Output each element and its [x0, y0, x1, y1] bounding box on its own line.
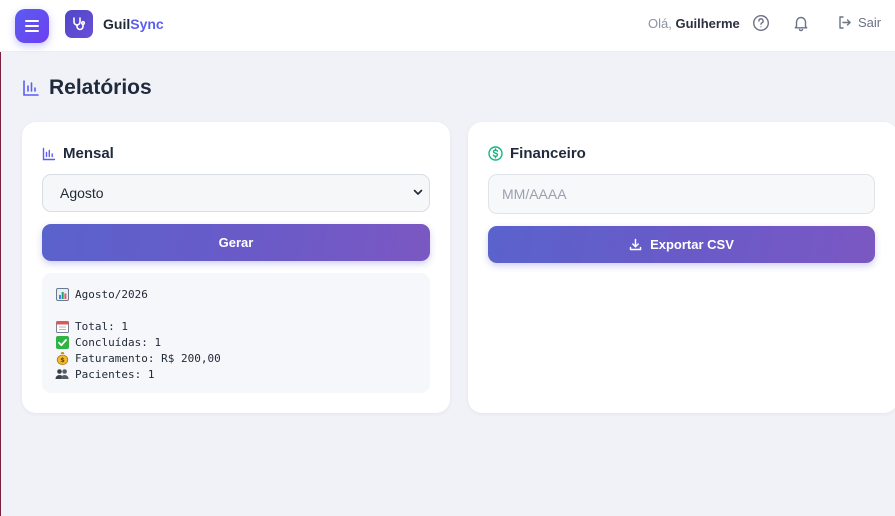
page-title-text: Relatórios [49, 76, 152, 99]
logout-button[interactable]: Sair [837, 15, 881, 30]
bell-icon[interactable] [792, 14, 810, 32]
monthly-report-card: Mensal Agosto Gerar Agosto/2026 Total: 1 [22, 122, 450, 413]
money-bag-emoji-icon: $ [55, 351, 69, 365]
financial-report-card: Financeiro Exportar CSV [468, 122, 895, 413]
stethoscope-icon [73, 17, 86, 31]
app-logo [65, 10, 93, 38]
monthly-card-title: Mensal [42, 145, 114, 162]
export-csv-label: Exportar CSV [650, 237, 734, 252]
report-completed: Concluídas: 1 [55, 334, 417, 350]
calendar-emoji-icon [55, 319, 69, 333]
download-icon [629, 238, 642, 251]
page-title: Relatórios [22, 76, 152, 100]
brand-name: GuilSync [103, 16, 164, 32]
question-circle-icon[interactable] [752, 14, 770, 32]
financial-card-title: Financeiro [488, 145, 586, 162]
chart-emoji-icon [55, 287, 69, 301]
top-header: GuilSync Olá, Guilherme Sair [0, 0, 895, 52]
dollar-circle-icon [488, 146, 503, 161]
chevron-down-icon [413, 189, 423, 195]
month-select[interactable]: Agosto [42, 174, 430, 212]
hamburger-icon [25, 20, 39, 32]
generate-button[interactable]: Gerar [42, 224, 430, 261]
check-emoji-icon [55, 335, 69, 349]
logout-label: Sair [858, 15, 882, 30]
menu-button[interactable] [15, 9, 49, 43]
report-total: Total: 1 [55, 318, 417, 334]
bar-chart-icon [23, 80, 39, 96]
logout-icon [839, 16, 851, 29]
report-revenue: $ Faturamento: R$ 200,00 [55, 350, 417, 366]
report-patients: Pacientes: 1 [55, 366, 417, 382]
user-greeting: Olá, Guilherme [648, 16, 740, 31]
bar-chart-icon [42, 147, 56, 160]
report-heading: Agosto/2026 [55, 286, 417, 302]
generate-button-label: Gerar [218, 235, 254, 250]
people-emoji-icon [55, 367, 69, 381]
month-select-value: Agosto [60, 185, 104, 201]
period-input[interactable] [488, 174, 875, 214]
monthly-report-output: Agosto/2026 Total: 1 Concluídas: 1 $ Fat… [42, 273, 430, 393]
user-name: Guilherme [675, 16, 740, 31]
export-csv-button[interactable]: Exportar CSV [488, 226, 875, 263]
window-edge [0, 0, 1, 516]
svg-text:$: $ [60, 356, 65, 364]
